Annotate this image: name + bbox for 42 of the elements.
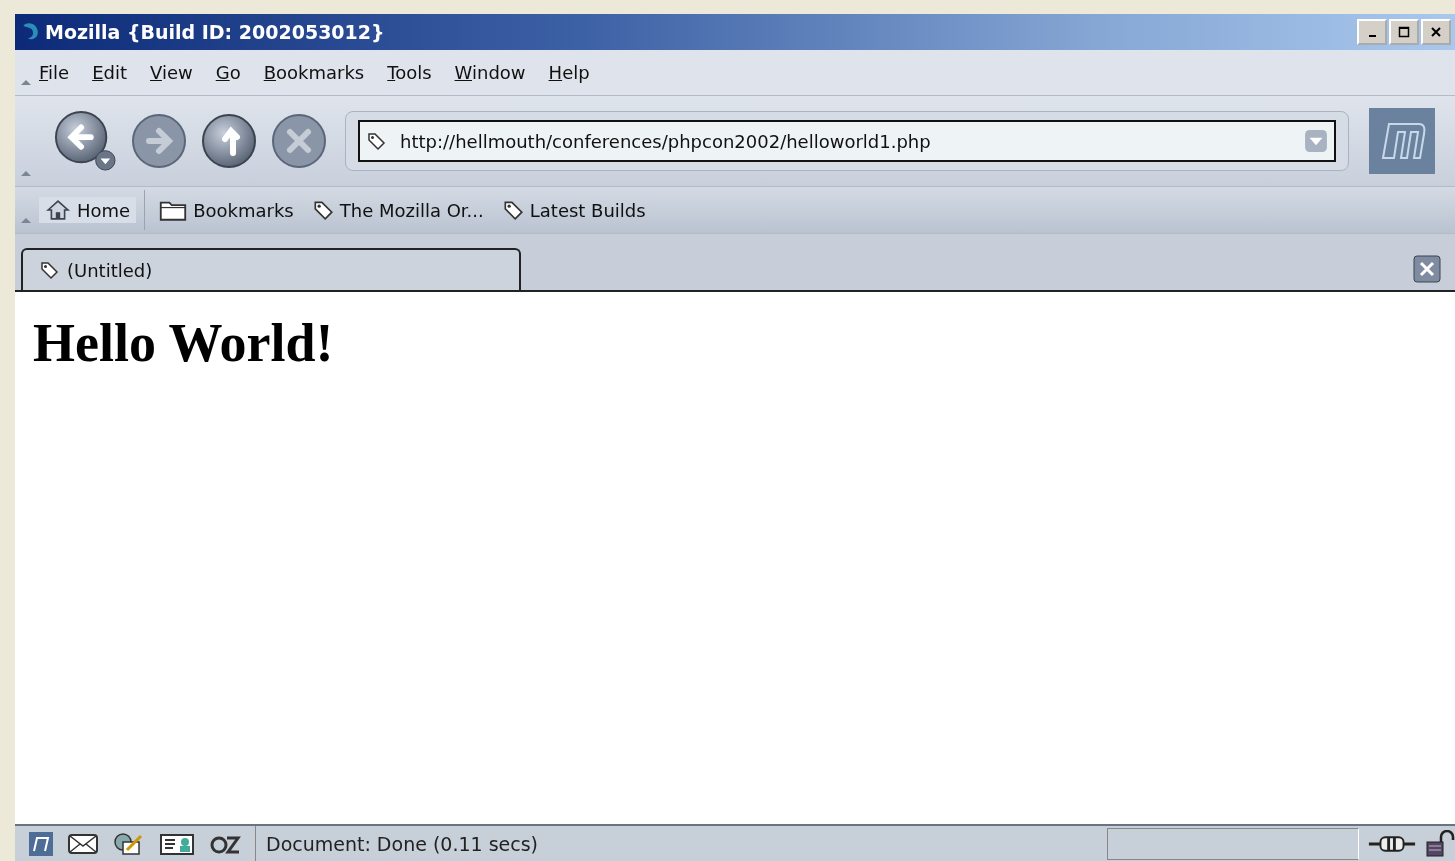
close-button[interactable] (1421, 19, 1451, 45)
composer-icon[interactable] (113, 831, 145, 856)
back-button[interactable] (53, 110, 117, 172)
address-book-icon[interactable] (159, 831, 195, 856)
address-field[interactable]: http://hellmouth/conferences/phpcon2002/helloworld1.php (358, 120, 1336, 162)
window-title: Mozilla {Build ID: 2002053012} (45, 21, 386, 43)
bookmark-button[interactable]: Home (39, 197, 137, 223)
padlock-icon (1425, 829, 1455, 858)
bookmark-tag-icon (366, 131, 386, 151)
maximize-button[interactable] (1389, 19, 1419, 45)
minimize-icon (1368, 35, 1376, 37)
maximize-icon (1397, 25, 1411, 39)
up-button[interactable] (201, 113, 257, 169)
menu-item[interactable]: Go (215, 62, 241, 83)
collapse-grippy-icon[interactable] (21, 217, 31, 223)
mozilla-logo-icon[interactable] (1369, 108, 1435, 174)
menu-item[interactable]: Window (454, 62, 526, 83)
collapse-grippy-icon[interactable] (21, 79, 31, 85)
menu-item[interactable]: File (39, 62, 70, 83)
bookmark-button[interactable]: Latest Builds (501, 199, 646, 221)
bookmark-button[interactable]: The Mozilla Or... (311, 199, 484, 221)
collapse-grippy-icon[interactable] (21, 170, 31, 176)
stop-button[interactable] (271, 113, 327, 169)
menu-item[interactable]: Edit (92, 62, 127, 83)
menu-item[interactable]: Tools (387, 62, 432, 83)
status-text: Document: Done (0.11 secs) (265, 832, 539, 855)
mozilla-logo-icon[interactable] (29, 831, 53, 856)
close-tab-button[interactable] (1413, 254, 1441, 284)
bookmark-tag-icon (501, 199, 524, 221)
page-heading: Hello World! (33, 312, 335, 374)
folder-icon (159, 199, 188, 221)
menu-item[interactable]: Help (548, 62, 590, 83)
home-icon (45, 199, 71, 221)
bookmark-button[interactable]: Bookmarks (159, 199, 294, 221)
close-icon (1429, 25, 1443, 39)
menu-item[interactable]: View (150, 62, 193, 83)
forward-button[interactable] (131, 113, 187, 169)
browser-tab[interactable]: (Untitled) (21, 248, 521, 290)
bookmark-tag-icon (39, 260, 59, 280)
bookmark-tag-icon (311, 199, 334, 221)
mail-icon[interactable] (67, 831, 99, 856)
menu-item[interactable]: Bookmarks (263, 62, 365, 83)
